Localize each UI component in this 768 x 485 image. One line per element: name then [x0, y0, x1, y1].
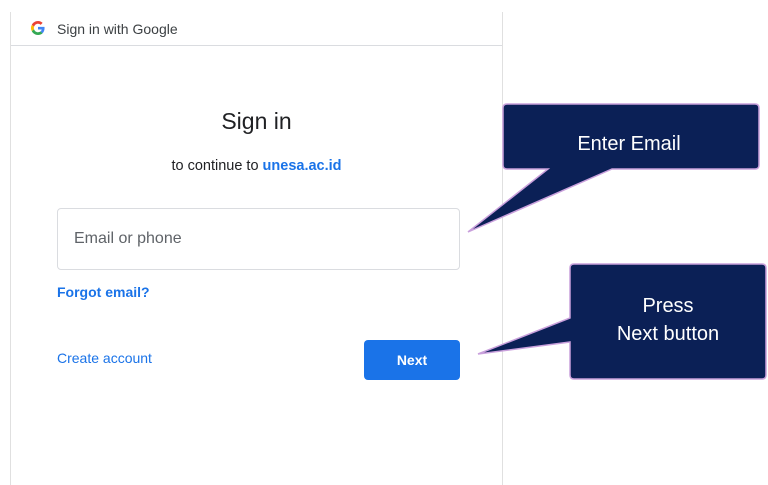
email-input[interactable] — [57, 208, 460, 270]
callout-enter-email-shape — [467, 103, 760, 233]
forgot-email-link[interactable]: Forgot email? — [57, 284, 150, 300]
create-account-link[interactable]: Create account — [57, 350, 152, 366]
card-header: Sign in with Google — [11, 12, 502, 46]
page-title: Sign in — [221, 108, 292, 134]
subtitle: to continue to unesa.ac.id — [11, 158, 502, 174]
callout-enter-email-text: Enter Email — [577, 133, 681, 155]
subtitle-domain: unesa.ac.id — [262, 158, 342, 174]
subtitle-prefix: to continue to — [171, 158, 263, 174]
google-g-icon — [31, 21, 45, 35]
callout-press-next-line1: Press — [642, 295, 694, 317]
next-button[interactable]: Next — [364, 340, 460, 380]
callout-press-next-line2: Next button — [616, 323, 720, 345]
header-title: Sign in with Google — [57, 21, 178, 37]
callout-press-next-text: Press Next button — [568, 292, 768, 348]
